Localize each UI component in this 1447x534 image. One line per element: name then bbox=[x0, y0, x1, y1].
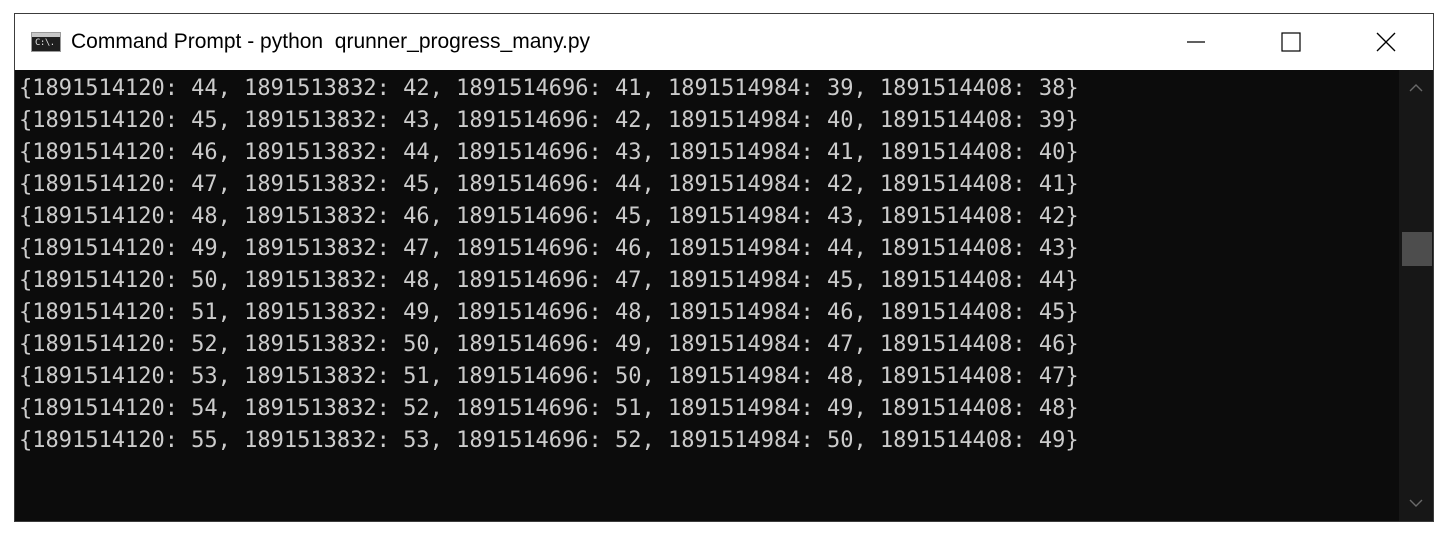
minimize-icon bbox=[1186, 41, 1205, 43]
close-button[interactable] bbox=[1338, 14, 1433, 70]
console-window: C:\. Command Prompt - python qrunner_pro… bbox=[14, 13, 1434, 522]
cmd-icon[interactable]: C:\. bbox=[31, 32, 61, 52]
cmd-icon-text: C:\. bbox=[35, 38, 55, 48]
window-title: Command Prompt - python qrunner_progress… bbox=[71, 30, 591, 53]
console-line: {1891514120: 48, 1891513832: 46, 1891514… bbox=[19, 204, 1079, 229]
console-line: {1891514120: 47, 1891513832: 45, 1891514… bbox=[19, 172, 1079, 197]
caption-buttons bbox=[1148, 14, 1433, 70]
console-line: {1891514120: 45, 1891513832: 43, 1891514… bbox=[19, 108, 1079, 133]
vertical-scrollbar[interactable] bbox=[1399, 70, 1433, 521]
console-line: {1891514120: 54, 1891513832: 52, 1891514… bbox=[19, 396, 1079, 421]
scroll-thumb[interactable] bbox=[1402, 232, 1432, 266]
minimize-button[interactable] bbox=[1148, 14, 1243, 70]
chevron-up-icon bbox=[1409, 84, 1423, 92]
console-line: {1891514120: 51, 1891513832: 49, 1891514… bbox=[19, 300, 1079, 325]
console-output[interactable]: {1891514120: 44, 1891513832: 42, 1891514… bbox=[15, 70, 1401, 521]
maximize-icon bbox=[1280, 32, 1301, 52]
chevron-down-icon bbox=[1409, 499, 1423, 507]
close-icon bbox=[1376, 32, 1395, 52]
console-line: {1891514120: 53, 1891513832: 51, 1891514… bbox=[19, 364, 1079, 389]
cmd-icon-bar bbox=[32, 33, 60, 37]
scroll-up-button[interactable] bbox=[1399, 72, 1433, 104]
console-line: {1891514120: 49, 1891513832: 47, 1891514… bbox=[19, 236, 1079, 261]
console-line: {1891514120: 44, 1891513832: 42, 1891514… bbox=[19, 76, 1079, 101]
title-bar[interactable]: C:\. Command Prompt - python qrunner_pro… bbox=[15, 14, 1433, 70]
console-line: {1891514120: 50, 1891513832: 48, 1891514… bbox=[19, 268, 1079, 293]
console-line: {1891514120: 55, 1891513832: 53, 1891514… bbox=[19, 428, 1079, 453]
maximize-button[interactable] bbox=[1243, 14, 1338, 70]
console-line: {1891514120: 46, 1891513832: 44, 1891514… bbox=[19, 140, 1079, 165]
scroll-down-button[interactable] bbox=[1399, 487, 1433, 519]
console-line: {1891514120: 52, 1891513832: 50, 1891514… bbox=[19, 332, 1079, 357]
